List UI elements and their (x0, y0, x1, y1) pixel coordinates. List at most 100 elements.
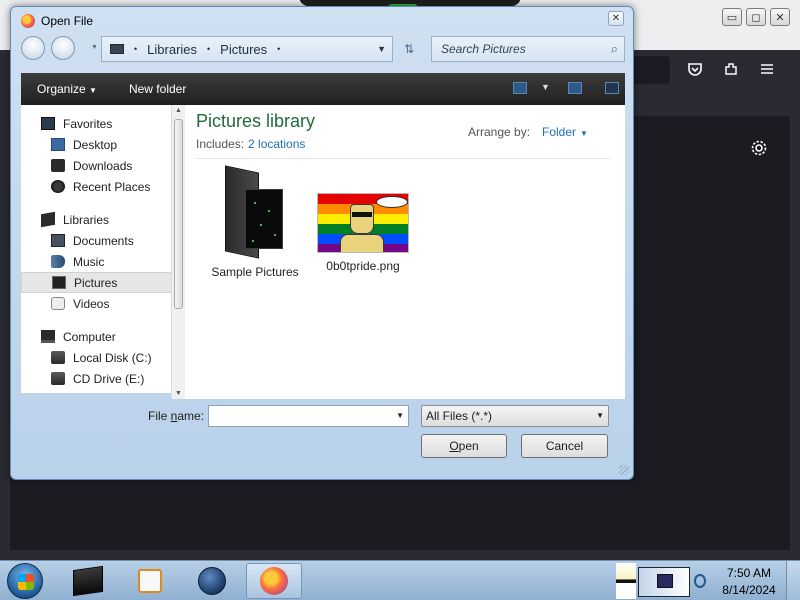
taskbar-app-firefox[interactable] (246, 563, 302, 599)
file-type-select[interactable]: All Files (*.*) ▼ (421, 405, 609, 427)
scroll-down-icon[interactable]: ▼ (175, 390, 182, 397)
clock[interactable]: 7:50 AM 8/14/2024 (716, 565, 782, 599)
navigation-pane: Favorites Desktop Downloads Recent Place… (21, 105, 181, 393)
resize-grip-icon[interactable] (619, 465, 629, 475)
arrange-by-dropdown[interactable]: Folder ▼ (542, 125, 588, 139)
new-folder-label: New folder (128, 82, 187, 96)
library-includes: Includes: 2 locations (196, 137, 305, 151)
folder-icon (110, 44, 124, 54)
forward-button[interactable] (51, 36, 75, 60)
divider (196, 158, 610, 159)
recent-locations-dropdown[interactable]: ▼ (91, 44, 98, 51)
show-desktop-button[interactable] (786, 561, 800, 600)
nav-item-videos[interactable]: Videos (21, 293, 181, 314)
computer-icon (41, 330, 55, 343)
nav-item-desktop[interactable]: Desktop (21, 134, 181, 155)
refresh-icon[interactable]: ⇅ (404, 42, 414, 56)
nav-computer[interactable]: Computer (21, 326, 181, 347)
favorites-icon (41, 117, 55, 130)
recent-places-icon (51, 180, 65, 193)
notification-area (614, 563, 710, 599)
clock-time: 7:50 AM (726, 566, 772, 580)
organize-label: Organize (37, 82, 86, 96)
taskbar-app-media-player[interactable] (122, 563, 178, 599)
nav-pane-scrollbar[interactable]: ▲ ▼ (171, 105, 185, 399)
breadcrumb-libraries[interactable]: Libraries (147, 42, 197, 57)
pocket-icon[interactable] (684, 58, 706, 80)
arrange-by-value: Folder (542, 125, 577, 139)
cancel-button[interactable]: Cancel (521, 434, 608, 458)
desktop-icon (51, 138, 65, 151)
includes-label: Includes: (196, 137, 245, 151)
navigation-bar: ▼ • Libraries • Pictures • ▼ ⇅ Search Pi… (21, 34, 625, 64)
file-item-sample-pictures[interactable]: Sample Pictures (205, 165, 305, 279)
tray-app-icon[interactable] (616, 563, 636, 599)
nav-item-cd-drive[interactable]: CD Drive (E:) (21, 368, 181, 389)
windows-logo-icon (18, 574, 34, 590)
nav-item-label: Local Disk (C:) (73, 350, 152, 365)
nav-item-label: Music (73, 254, 105, 269)
minimize-button[interactable]: ▭ (722, 8, 742, 26)
nav-item-music[interactable]: Music (21, 251, 181, 272)
address-dropdown-icon[interactable]: ▼ (377, 44, 386, 54)
help-icon[interactable] (605, 82, 619, 94)
scroll-up-icon[interactable]: ▲ (175, 107, 182, 114)
firefox-icon (260, 567, 288, 595)
music-icon (51, 255, 65, 268)
view-dropdown-icon[interactable]: ▼ (541, 82, 550, 92)
nav-item-recent-places[interactable]: Recent Places (21, 176, 181, 197)
nav-favorites[interactable]: Favorites (21, 113, 181, 134)
nav-libraries[interactable]: Libraries (21, 209, 181, 230)
network-icon[interactable] (694, 574, 706, 588)
scrollbar-thumb[interactable] (174, 119, 183, 309)
new-folder-button[interactable]: New folder (113, 82, 202, 96)
local-disk-icon (51, 351, 65, 364)
nav-item-documents[interactable]: Documents (21, 230, 181, 251)
breadcrumb-separator: • (134, 44, 138, 54)
breadcrumb-pictures[interactable]: Pictures (220, 42, 267, 57)
nav-item-label: Documents (73, 233, 134, 248)
search-input[interactable]: Search Pictures ⌕ (431, 36, 625, 62)
file-name-input[interactable]: ▼ (208, 405, 409, 427)
menu-icon[interactable] (756, 58, 778, 80)
locations-link[interactable]: 2 locations (248, 137, 305, 151)
chevron-down-icon[interactable]: ▼ (396, 411, 404, 420)
open-file-dialog: Open File ✕ ▼ • Libraries • Pictures • ▼… (10, 6, 634, 480)
dialog-close-button[interactable]: ✕ (608, 11, 624, 26)
label-mnemonic: O (449, 439, 459, 453)
label-part: pen (458, 439, 479, 453)
nav-item-local-disk[interactable]: Local Disk (C:) (21, 347, 181, 368)
firefox-icon (21, 14, 35, 28)
file-label: Sample Pictures (211, 265, 299, 279)
taskbar-app-explorer[interactable] (60, 563, 116, 599)
dialog-title-text: Open File (41, 14, 94, 28)
breadcrumb-separator: • (277, 44, 281, 54)
nav-favorites-label: Favorites (63, 116, 113, 131)
file-item-0b0tpride[interactable]: 0b0tpride.png (313, 167, 413, 273)
address-bar[interactable]: • Libraries • Pictures • ▼ (101, 36, 393, 62)
nav-item-downloads[interactable]: Downloads (21, 155, 181, 176)
nav-item-pictures[interactable]: Pictures (21, 272, 181, 293)
back-button[interactable] (21, 36, 45, 60)
gear-icon[interactable] (748, 137, 770, 159)
open-button[interactable]: Open (421, 434, 507, 458)
label-part: ame: (177, 409, 205, 423)
clock-date: 8/14/2024 (722, 583, 776, 597)
chevron-down-icon: ▼ (580, 129, 588, 138)
view-options-icon[interactable] (513, 82, 527, 94)
extensions-icon[interactable] (720, 58, 742, 80)
nav-item-label: Downloads (73, 158, 133, 173)
start-button[interactable] (7, 563, 43, 599)
window-close-button[interactable]: ✕ (770, 8, 790, 26)
taskbar: 7:50 AM 8/14/2024 (0, 560, 800, 600)
tray-thumbnail-icon[interactable] (638, 567, 690, 597)
chevron-down-icon: ▼ (89, 86, 97, 95)
nav-computer-label: Computer (63, 329, 116, 344)
pictures-icon (52, 276, 66, 289)
maximize-button[interactable]: ◻ (746, 8, 766, 26)
libraries-icon (41, 211, 55, 228)
arrange-by-label: Arrange by: (468, 125, 531, 139)
preview-pane-icon[interactable] (568, 82, 582, 94)
organize-button[interactable]: Organize ▼ (21, 82, 113, 96)
taskbar-app-globe[interactable] (184, 563, 240, 599)
